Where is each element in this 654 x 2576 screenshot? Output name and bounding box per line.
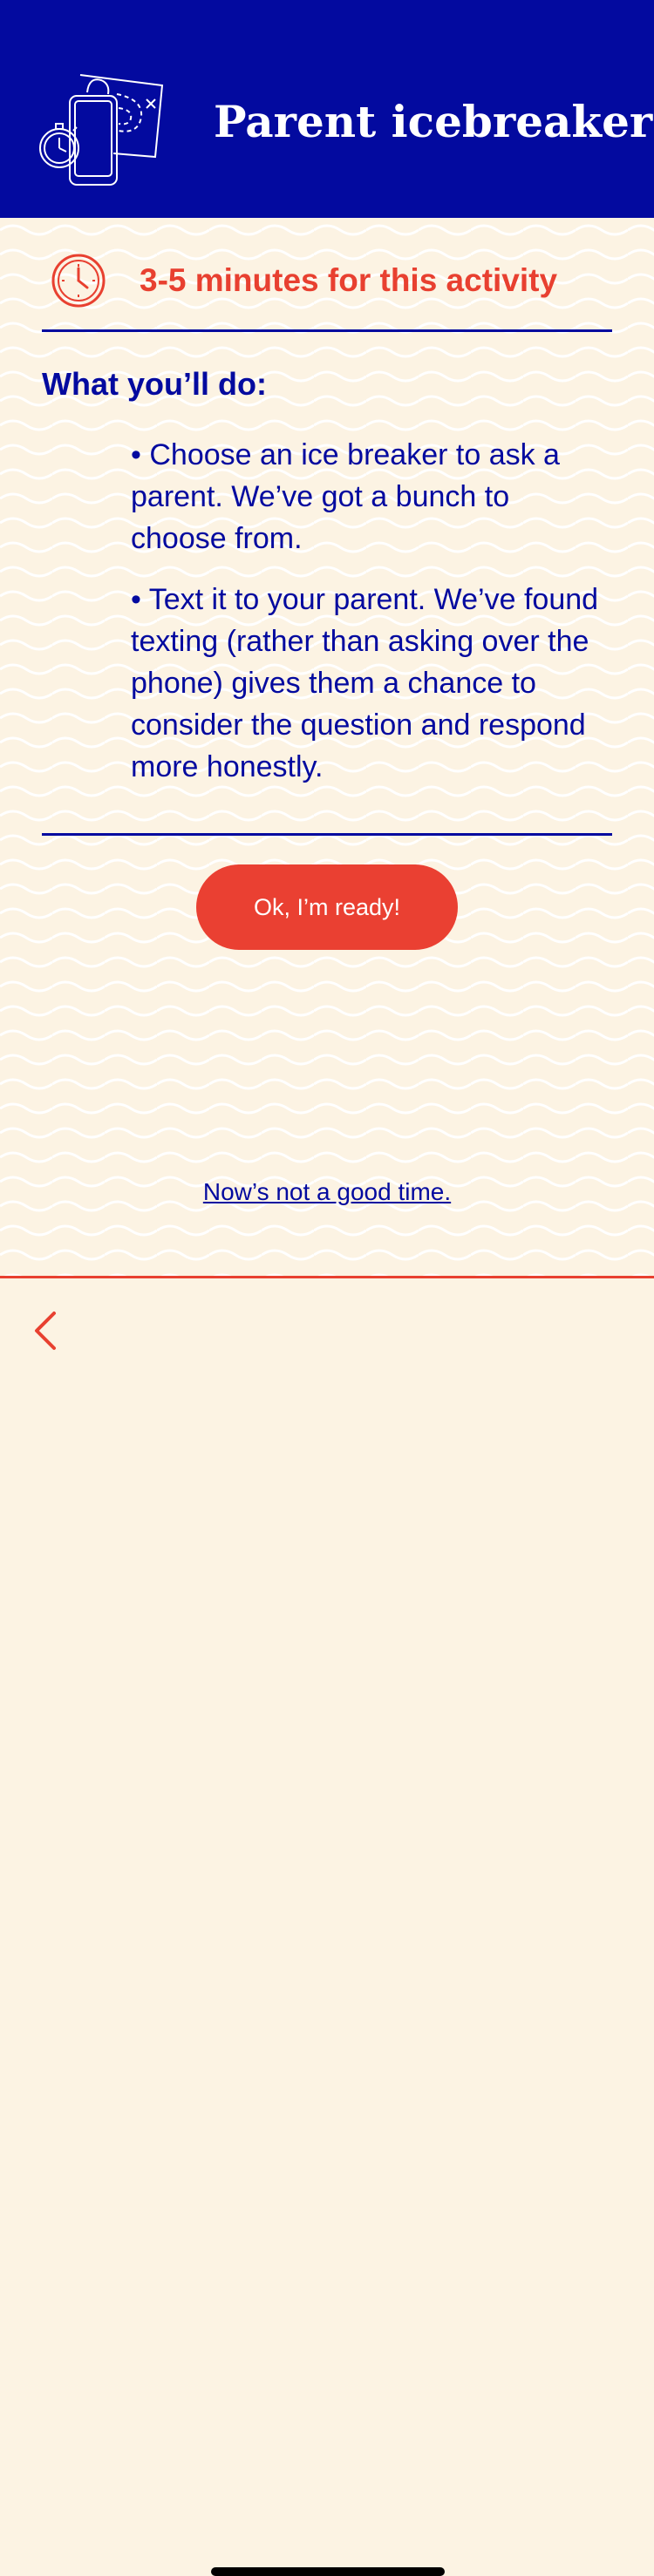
page-title: Parent icebreaker: [214, 96, 653, 147]
divider-bottom: [42, 833, 612, 836]
ready-button[interactable]: Ok, I’m ready!: [196, 864, 458, 950]
instruction-list: • Choose an ice breaker to ask a parent.…: [131, 434, 602, 807]
clock-icon: [51, 254, 106, 308]
home-indicator: [211, 2567, 445, 2576]
not-now-link[interactable]: Now’s not a good time.: [0, 1178, 654, 1206]
activity-duration: 3-5 minutes for this activity: [140, 262, 558, 298]
list-item: • Text it to your parent. We’ve found te…: [131, 583, 599, 783]
header-bar: Parent icebreaker: [0, 0, 654, 218]
chevron-left-icon[interactable]: [26, 1305, 68, 1357]
section-heading: What you’ll do:: [42, 366, 267, 402]
bottom-nav-bar: [0, 1276, 654, 2576]
divider-top: [42, 329, 612, 332]
phone-map-stopwatch-icon: [39, 74, 164, 186]
list-item: • Choose an ice breaker to ask a parent.…: [131, 438, 560, 555]
